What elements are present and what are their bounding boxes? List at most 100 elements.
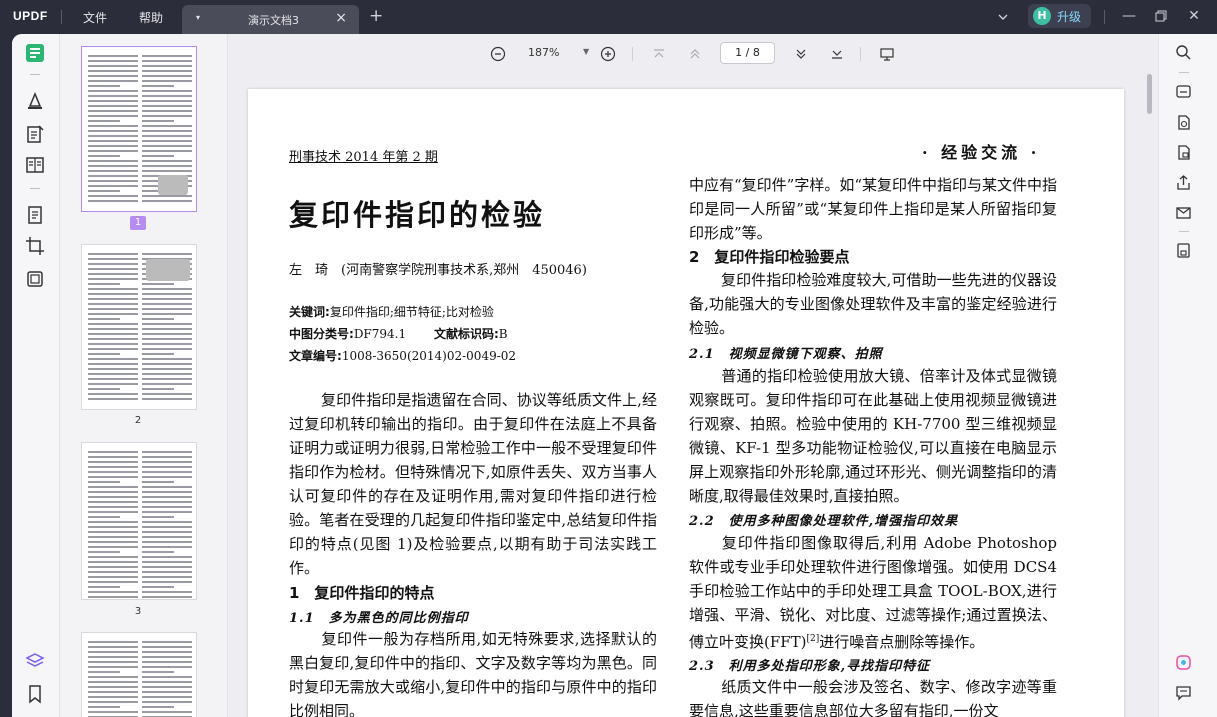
thumbnail-text-line <box>88 95 138 97</box>
menu-help[interactable]: 帮助 <box>139 9 163 26</box>
thumbnail-panel: 1 2 3 <box>60 34 228 717</box>
thumbnail-text-line <box>88 343 138 345</box>
minimize-icon[interactable]: — <box>1119 6 1139 26</box>
protect-icon[interactable] <box>25 269 45 289</box>
thumbnail-text-line <box>88 398 138 400</box>
previous-page-icon[interactable] <box>687 46 703 62</box>
thumbnail-text-line <box>88 333 138 335</box>
thumbnail-text-line <box>142 531 192 533</box>
thumbnail-text-line <box>88 140 138 142</box>
page-thumbnail-2[interactable] <box>81 244 197 410</box>
right-paragraph-1: 复印件指印检验难度较大,可借助一些先进的仪器设备,功能强大的专业图像处理软件及丰… <box>689 271 1057 337</box>
thumbnail-text-line <box>88 671 120 673</box>
search-icon[interactable] <box>1175 44 1192 61</box>
thumbnail-text-line <box>142 353 174 355</box>
thumbnail-text-line <box>142 398 192 400</box>
tab-close-icon[interactable]: × <box>335 10 347 26</box>
page-number-label: 3 <box>134 606 142 617</box>
keywords-label: 关键词: <box>289 305 330 319</box>
thumbnail-text-line <box>142 150 192 152</box>
page-number-input[interactable]: 1 / 8 <box>720 42 775 64</box>
document-tab[interactable]: ▾ 演示文档3 × <box>182 5 359 34</box>
save-icon[interactable] <box>1175 242 1192 259</box>
app-logo: UPDF <box>13 9 48 23</box>
thumbnail-text-line <box>142 165 192 167</box>
thumbnail-text-line <box>88 348 138 350</box>
thumbnail-text-line <box>142 140 192 142</box>
citation-ref[interactable]: [2] <box>807 634 820 644</box>
clc-value: DF794.1 <box>353 327 407 341</box>
thumbnail-text-line <box>88 368 138 370</box>
zoom-out-icon[interactable] <box>490 46 506 62</box>
thumbnail-text-line <box>88 100 138 102</box>
convert-icon[interactable] <box>25 205 45 225</box>
divider <box>860 47 861 61</box>
thumbnail-text-line <box>88 388 120 390</box>
pdf-page: 刑事技术 2014 年第 2 期 · 经验交流 · 复印件指印的检验 左 琦 (… <box>248 89 1124 717</box>
close-window-icon[interactable]: ✕ <box>1184 6 1204 26</box>
thumbnail-text-line <box>88 486 138 488</box>
tab-dropdown-icon[interactable]: ▾ <box>196 13 200 22</box>
last-page-icon[interactable] <box>829 46 845 62</box>
page-thumbnail-4[interactable] <box>81 632 197 717</box>
zoom-in-icon[interactable] <box>600 46 616 62</box>
restore-icon[interactable] <box>1151 6 1171 26</box>
layers-icon[interactable] <box>25 651 45 671</box>
upgrade-button[interactable]: H 升级 <box>1028 4 1091 28</box>
thumbnail-text-line <box>142 378 192 380</box>
clc-label: 中图分类号: <box>289 327 354 341</box>
thumbnail-text-line <box>88 115 138 117</box>
bookmark-icon[interactable] <box>25 684 45 704</box>
reader-mode-icon[interactable] <box>25 43 45 63</box>
share-icon[interactable] <box>1175 174 1192 191</box>
ai-assistant-icon[interactable] <box>1175 654 1192 671</box>
thumbnail-text-line <box>88 85 120 87</box>
chevron-down-icon[interactable] <box>997 8 1009 20</box>
zoom-dropdown-icon[interactable]: ▼ <box>583 47 589 56</box>
thumbnail-text-line <box>142 551 174 553</box>
first-page-icon[interactable] <box>651 46 667 62</box>
page-thumbnail-1[interactable] <box>81 46 197 212</box>
right-paragraph-0: 中应有“复印件”字样。如“某复印件中指印与某文件中指印是同一人所留”或“某复印件… <box>689 176 1058 242</box>
thumbnail-text-line <box>142 358 192 360</box>
thumbnail-text-line <box>142 318 174 320</box>
next-page-icon[interactable] <box>793 46 809 62</box>
doccode-value: B <box>498 327 508 341</box>
view-toolbar: 187% ▼ 1 / 8 <box>228 34 1158 74</box>
thumbnail-text-line <box>88 383 138 385</box>
thumbnail-text-line <box>88 661 138 663</box>
highlight-tool-icon[interactable] <box>25 91 45 111</box>
presentation-icon[interactable] <box>879 46 895 62</box>
scrollbar[interactable] <box>1147 74 1152 114</box>
thumbnail-text-line <box>142 536 192 538</box>
ocr-icon[interactable] <box>1175 83 1192 100</box>
protect-file-icon[interactable] <box>1175 144 1192 161</box>
zoom-level[interactable]: 187% <box>528 46 559 59</box>
thumbnail-text-line <box>142 85 174 87</box>
organize-pages-icon[interactable] <box>25 155 45 175</box>
page-thumbnail-3[interactable] <box>81 442 197 600</box>
convert-file-icon[interactable] <box>1175 114 1192 131</box>
menu-file[interactable]: 文件 <box>83 9 107 26</box>
thumbnail-text-line <box>142 328 192 330</box>
thumbnail-text-line <box>142 80 192 82</box>
thumbnail-text-line <box>88 258 138 260</box>
thumbnail-text-line <box>88 155 120 157</box>
journal-header: 刑事技术 2014 年第 2 期 <box>289 150 438 165</box>
crop-icon[interactable] <box>25 236 45 256</box>
thumbnail-text-line <box>88 556 138 558</box>
comments-icon[interactable] <box>1175 684 1192 701</box>
thumbnail-text-line <box>88 461 138 463</box>
email-icon[interactable] <box>1175 204 1192 221</box>
thumbnail-figure <box>158 175 188 195</box>
edit-pdf-icon[interactable] <box>25 124 45 144</box>
divider <box>30 74 40 75</box>
article-title: 复印件指印的检验 <box>289 198 546 232</box>
thumbnail-text-line <box>142 125 192 127</box>
thumbnail-text-line <box>88 70 138 72</box>
thumbnail-text-line <box>88 90 138 92</box>
thumbnail-text-line <box>142 155 174 157</box>
thumbnail-text-line <box>142 596 192 598</box>
new-tab-icon[interactable]: + <box>369 6 383 26</box>
thumbnail-text-line <box>142 561 192 563</box>
